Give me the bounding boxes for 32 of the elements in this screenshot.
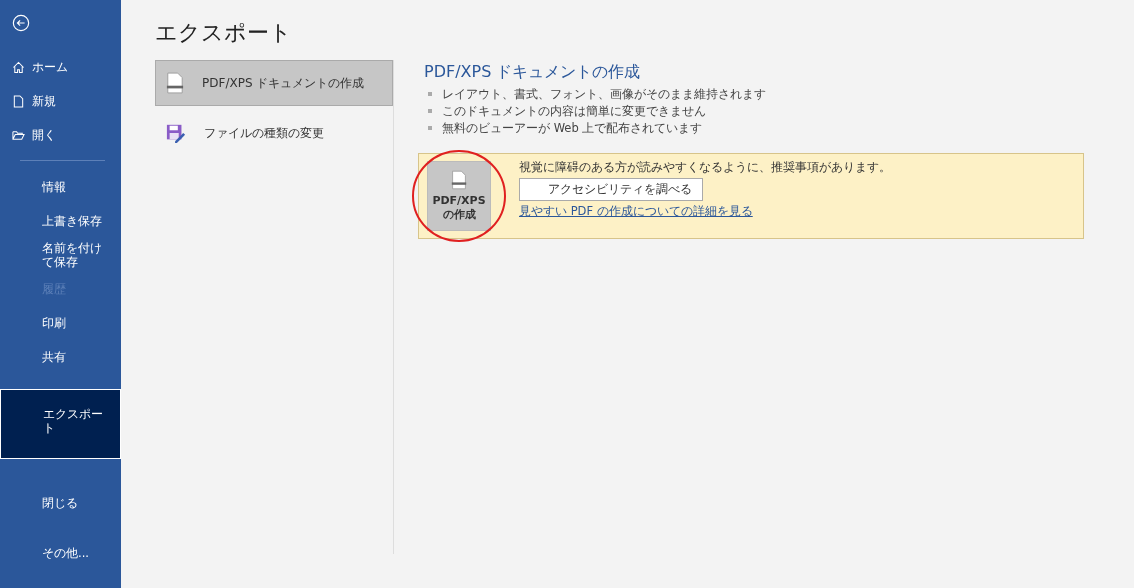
sidebar-item[interactable]: ホーム <box>0 50 121 84</box>
back-icon[interactable] <box>12 14 30 32</box>
bullet-text: 無料のビューアーが Web 上で配布されています <box>442 120 703 136</box>
pdf-document-icon <box>166 72 184 94</box>
bullet-icon <box>428 109 432 113</box>
sidebar-item[interactable]: 上書き保存 <box>0 205 121 239</box>
home-icon <box>12 60 25 74</box>
sidebar-item[interactable]: その他... <box>0 529 121 579</box>
create-pdf-button[interactable]: PDF/XPS の作成 <box>427 161 491 231</box>
folder-icon <box>12 128 25 142</box>
sidebar-item[interactable]: 共有 <box>0 341 121 375</box>
check-accessibility-button[interactable]: アクセシビリティを調べる <box>519 178 703 201</box>
sidebar-item[interactable]: エクスポート <box>0 389 121 459</box>
notice-text: 視覚に障碍のある方が読みやすくなるように、推奨事項があります。 <box>519 160 891 175</box>
sidebar-item[interactable]: 名前を付けて保存 <box>0 239 121 273</box>
pdf-document-icon <box>451 170 467 190</box>
details-link[interactable]: 見やすい PDF の作成についての詳細を見る <box>519 204 891 219</box>
export-option[interactable]: ファイルの種類の変更 <box>155 110 393 156</box>
sidebar-item[interactable]: 開く <box>0 118 121 152</box>
bullet-icon <box>428 126 432 130</box>
sidebar-item[interactable]: 新規 <box>0 84 121 118</box>
section-title: PDF/XPS ドキュメントの作成 <box>424 62 642 83</box>
sidebar-item[interactable]: 印刷 <box>0 307 121 341</box>
bullet-icon <box>428 92 432 96</box>
document-icon <box>12 94 25 108</box>
sidebar-item[interactable]: 閉じる <box>0 479 121 529</box>
bullet-text: このドキュメントの内容は簡単に変更できません <box>442 103 706 119</box>
page-title: エクスポート <box>155 19 293 47</box>
sidebar-item[interactable]: 情報 <box>0 171 121 205</box>
export-option[interactable]: PDF/XPS ドキュメントの作成 <box>155 60 393 106</box>
floppy-pen-icon <box>166 123 186 143</box>
bullet-text: レイアウト、書式、フォント、画像がそのまま維持されます <box>442 86 766 102</box>
